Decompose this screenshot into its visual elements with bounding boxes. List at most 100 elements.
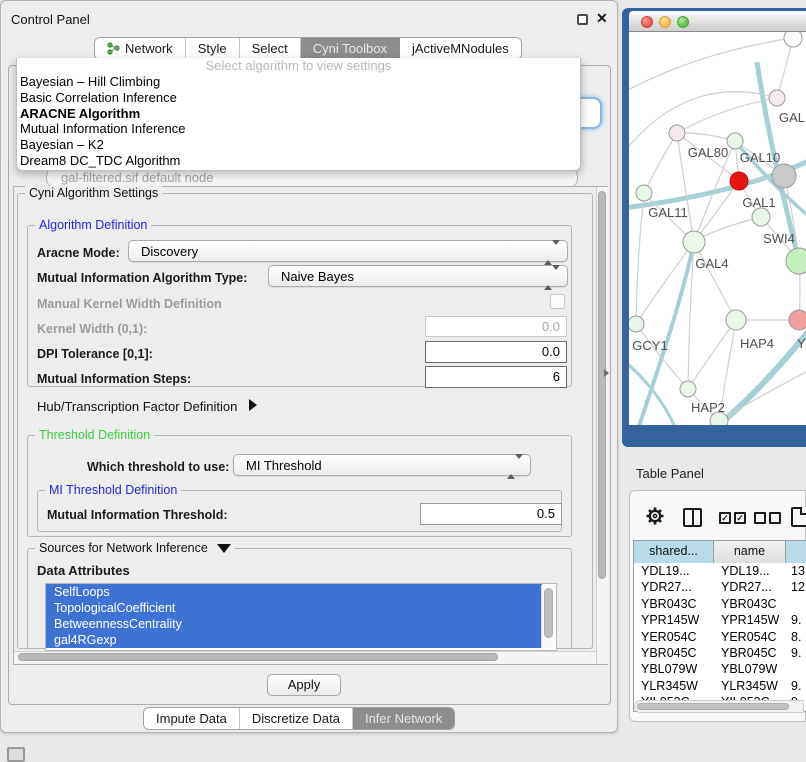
close-icon[interactable]: ✕	[596, 10, 608, 27]
settings-vertical-scrollbar-thumb[interactable]	[598, 191, 606, 579]
table-cell: YPR145W	[641, 612, 711, 628]
network-icon	[107, 42, 120, 55]
tab-infer-network[interactable]: Infer Network	[353, 708, 454, 729]
column-header-partial[interactable]	[786, 541, 806, 563]
checked-checkbox-icon[interactable]: ✓	[719, 512, 731, 524]
table-cell: 9.	[791, 645, 806, 661]
splitpane-collapse-arrow[interactable]	[604, 369, 609, 377]
algorithm-definition-title: Algorithm Definition	[35, 218, 151, 232]
hub-definition-label: Hub/Transcription Factor Definition	[37, 399, 237, 414]
attribute-item-selected[interactable]: SelfLoops	[46, 584, 542, 600]
manual-kernel-width-label: Manual Kernel Width Definition	[37, 297, 222, 311]
table-cell	[791, 661, 806, 677]
table-row[interactable]: YDL19... YDL19... 13	[634, 563, 806, 579]
network-canvas[interactable]: GAL GAL80 GAL10 GAL1 GAL11 SWI4 GAL4 GCY…	[629, 32, 806, 425]
tab-cyni-toolbox[interactable]: Cyni Toolbox	[301, 38, 400, 59]
network-node-red[interactable]	[730, 172, 748, 190]
tab-jactivemnodules[interactable]: jActiveMNodules	[400, 38, 521, 59]
table-cell: YLR345W	[721, 678, 783, 694]
node-table: shared... name YDL19... YDL19... 13 YDR2…	[633, 540, 806, 712]
table-horizontal-scrollbar[interactable]	[634, 700, 804, 713]
control-panel-title: Control Panel	[11, 12, 90, 27]
popup-item[interactable]: Basic Correlation Inference	[17, 90, 580, 106]
popup-item[interactable]: Bayesian – Hill Climbing	[17, 74, 580, 90]
network-node-gal4[interactable]	[683, 231, 705, 253]
network-graph[interactable]: GAL GAL80 GAL10 GAL1 GAL11 SWI4 GAL4 GCY…	[629, 32, 806, 425]
popup-item[interactable]: Mutual Information Inference	[17, 121, 580, 137]
table-row[interactable]: YER054C YER054C 8.	[634, 629, 806, 645]
table-horizontal-scrollbar-thumb[interactable]	[637, 703, 789, 710]
settings-horizontal-scrollbar-thumb[interactable]	[18, 653, 498, 661]
column-header-name[interactable]: name	[714, 541, 786, 563]
attribute-item-selected[interactable]: TopologicalCoefficient	[46, 600, 542, 616]
table-cell: YDL19...	[641, 563, 711, 579]
mi-steps-field[interactable]: 6	[425, 366, 567, 388]
network-node[interactable]	[769, 90, 785, 106]
mi-algorithm-type-combo[interactable]: Naive Bayes	[268, 265, 568, 287]
table-row[interactable]: YLR345W YLR345W 9.	[634, 678, 806, 694]
popup-item[interactable]: Dream8 DC_TDC Algorithm	[17, 153, 580, 169]
mi-threshold-field[interactable]: 0.5	[420, 503, 562, 525]
table-row[interactable]: YBR045C YBR045C 9.	[634, 645, 806, 661]
attributes-list-scrollbar[interactable]	[541, 585, 555, 649]
mi-algorithm-type-value: Naive Bayes	[281, 269, 354, 284]
network-node[interactable]	[784, 32, 802, 47]
apply-button[interactable]: Apply	[267, 674, 341, 696]
popup-item-selected[interactable]: ARACNE Algorithm	[17, 106, 580, 122]
network-node-label: GAL4	[695, 256, 728, 271]
table-row[interactable]: YBL079W YBL079W	[634, 661, 806, 677]
network-node[interactable]	[786, 248, 806, 274]
collapse-arrow-icon[interactable]	[217, 544, 231, 553]
network-node-label: SWI4	[763, 231, 795, 246]
checked-checkbox-icon[interactable]: ✓	[734, 512, 746, 524]
attribute-item-selected[interactable]: gal4RGexp	[46, 632, 542, 648]
network-node-label: GCY1	[632, 338, 667, 353]
network-node-hap4[interactable]	[726, 310, 746, 330]
window-minimize-button[interactable]	[659, 16, 671, 28]
network-node-label: Y	[797, 336, 806, 351]
network-node[interactable]	[772, 164, 796, 188]
tab-select[interactable]: Select	[240, 38, 301, 59]
popup-item[interactable]: Bayesian – K2	[17, 137, 580, 153]
window-close-button[interactable]	[641, 16, 653, 28]
unchecked-checkbox-icon[interactable]	[754, 512, 766, 524]
network-node-gal80[interactable]	[669, 125, 685, 141]
gear-icon[interactable]	[645, 506, 665, 531]
hub-definition-toggle[interactable]: Hub/Transcription Factor Definition	[37, 399, 257, 414]
float-panel-icon[interactable]	[577, 14, 588, 25]
table-cell	[791, 596, 806, 612]
collapsed-panel-icon[interactable]	[7, 747, 25, 762]
kernel-width-field[interactable]: 0.0	[425, 316, 567, 337]
table-row[interactable]: YPR145W YPR145W 9.	[634, 612, 806, 628]
threshold-definition-title: Threshold Definition	[35, 428, 154, 442]
window-zoom-button[interactable]	[677, 16, 689, 28]
column-header-shared[interactable]: shared...	[634, 541, 714, 563]
tab-network[interactable]: Network	[95, 38, 186, 59]
network-node[interactable]	[752, 208, 770, 226]
attribute-item-selected[interactable]: BetweennessCentrality	[46, 616, 542, 632]
table-cell: 9.	[791, 612, 806, 628]
network-node-gcy1[interactable]	[629, 316, 644, 332]
table-cell: 12	[791, 579, 806, 595]
aracne-mode-combo[interactable]: Discovery	[128, 240, 568, 262]
network-node-gal11[interactable]	[636, 185, 652, 201]
manual-kernel-width-checkbox[interactable]	[550, 294, 565, 309]
table-row[interactable]: YBR043C YBR043C	[634, 596, 806, 612]
split-columns-icon[interactable]	[683, 508, 702, 527]
tab-impute-data[interactable]: Impute Data	[144, 708, 240, 729]
network-node-hap2[interactable]	[680, 381, 696, 397]
network-node[interactable]	[789, 310, 806, 330]
attributes-list-scrollbar-thumb[interactable]	[544, 588, 553, 638]
which-threshold-combo[interactable]: MI Threshold	[233, 454, 531, 476]
new-table-icon[interactable]	[791, 507, 806, 527]
tab-style[interactable]: Style	[186, 38, 240, 59]
dpi-tolerance-field[interactable]: 0.0	[425, 341, 567, 363]
tab-discretize-data[interactable]: Discretize Data	[240, 708, 353, 729]
network-window-titlebar[interactable]	[629, 11, 806, 32]
network-node-gal10[interactable]	[727, 133, 743, 149]
unchecked-checkbox-icon[interactable]	[769, 512, 781, 524]
network-view-window[interactable]: GAL GAL80 GAL10 GAL1 GAL11 SWI4 GAL4 GCY…	[622, 8, 806, 447]
table-cell: YDL19...	[721, 563, 783, 579]
data-attributes-list[interactable]: SelfLoops TopologicalCoefficient Between…	[45, 583, 557, 651]
table-row[interactable]: YDR27... YDR27... 12	[634, 579, 806, 595]
